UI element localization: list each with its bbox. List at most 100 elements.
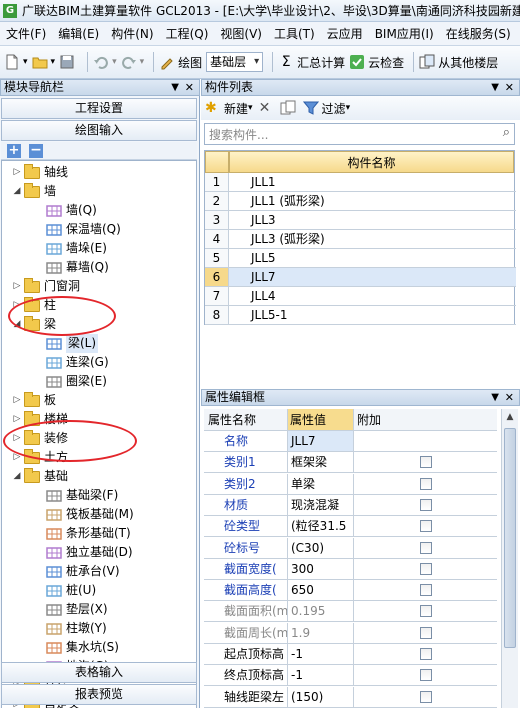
component-row[interactable]: 2 JLL1 (弧形梁)	[205, 192, 516, 211]
property-row[interactable]: 起点顶标高 -1	[204, 644, 497, 665]
tree-item[interactable]: 圈梁(E)	[46, 372, 107, 391]
add-checkbox[interactable]	[419, 456, 432, 469]
tree-item[interactable]: 集水坑(S)	[46, 638, 119, 657]
pin-icon[interactable]: ▼	[491, 390, 499, 405]
add-checkbox[interactable]	[419, 584, 432, 597]
property-row[interactable]: 类别1 框架梁	[204, 452, 497, 474]
tree-folder[interactable]: ◢ 基础	[12, 467, 68, 486]
expanded-arrow-icon[interactable]: ◢	[12, 467, 22, 486]
collapsed-arrow-icon[interactable]: ▷	[12, 391, 22, 410]
project-settings-button[interactable]: 工程设置	[1, 98, 197, 119]
report-preview-button[interactable]: 报表预览	[1, 684, 197, 705]
property-row[interactable]: 砼标号 (C30)	[204, 537, 497, 559]
save-button[interactable]	[59, 54, 78, 70]
property-row[interactable]: 类别2 单梁	[204, 473, 497, 495]
menu-item[interactable]: 在线服务(S)	[440, 22, 517, 45]
tree-folder[interactable]: ◢ 墙	[12, 182, 56, 201]
add-checkbox[interactable]	[419, 690, 432, 703]
add-checkbox[interactable]	[419, 626, 432, 639]
property-scrollbar[interactable]: ▲	[501, 409, 518, 708]
tree-item[interactable]: 柱墩(Y)	[46, 619, 107, 638]
property-row[interactable]: 截面面积(m 0.195	[204, 601, 497, 623]
menu-item[interactable]: BIM应用(I)	[369, 22, 440, 45]
add-checkbox[interactable]	[419, 498, 432, 511]
expanded-arrow-icon[interactable]: ◢	[12, 182, 22, 201]
property-value[interactable]: 框架梁	[288, 452, 354, 474]
open-file-button[interactable]: ▾	[32, 54, 55, 70]
new-component-button[interactable]: ✱ 新建 ▾	[205, 100, 253, 117]
expand-all-icon[interactable]: +	[7, 144, 21, 158]
tree-item[interactable]: 墙垛(E)	[46, 239, 107, 258]
tree-item[interactable]: 桩承台(V)	[46, 562, 120, 581]
component-search-input[interactable]: 搜索构件... ⌕	[204, 123, 515, 145]
property-value[interactable]: JLL7	[288, 431, 354, 452]
copy-component-button[interactable]	[280, 100, 299, 116]
tree-item[interactable]: 幕墙(Q)	[46, 258, 109, 277]
property-value[interactable]: 单梁	[288, 473, 354, 495]
menu-item[interactable]: 工具(T)	[268, 22, 321, 45]
property-value[interactable]: -1	[288, 665, 354, 687]
close-icon[interactable]: ✕	[505, 390, 514, 405]
scroll-thumb[interactable]	[504, 428, 516, 648]
component-row[interactable]: 4 JLL3 (弧形梁)	[205, 230, 516, 249]
copy-from-floor-button[interactable]: 从其他楼层	[419, 54, 498, 71]
property-row[interactable]: 截面周长(m 1.9	[204, 622, 497, 644]
component-row[interactable]: 7 JLL4	[205, 287, 516, 306]
component-row[interactable]: 8 JLL5-1	[205, 306, 516, 325]
menu-item[interactable]: 云应用	[321, 22, 369, 45]
component-row[interactable]: 1 JLL1	[205, 173, 516, 192]
property-value[interactable]: (150)	[288, 686, 354, 708]
draw-button[interactable]: 绘图	[159, 54, 202, 71]
tree-item[interactable]: 连梁(G)	[46, 353, 109, 372]
tree-item[interactable]: 独立基础(D)	[46, 543, 133, 562]
property-value[interactable]: (粒径31.5	[288, 516, 354, 538]
property-value[interactable]: 650	[288, 580, 354, 602]
property-row[interactable]: 轴线距梁左 (150)	[204, 686, 497, 708]
menu-item[interactable]: 构件(N)	[105, 22, 159, 45]
redo-button[interactable]: ▾	[121, 54, 144, 70]
add-checkbox[interactable]	[419, 520, 432, 533]
property-row[interactable]: 终点顶标高 -1	[204, 665, 497, 687]
menu-item[interactable]: 文件(F)	[0, 22, 52, 45]
property-value[interactable]: 现浇混凝	[288, 494, 354, 516]
cloud-check-button[interactable]: 云检查	[349, 54, 404, 71]
tree-folder[interactable]: ▷ 轴线	[12, 163, 68, 182]
summary-calc-button[interactable]: Σ 汇总计算	[278, 54, 345, 71]
property-value[interactable]: 1.9	[288, 622, 354, 644]
floor-select[interactable]: 基础层	[206, 52, 264, 72]
collapse-all-icon[interactable]: −	[29, 143, 43, 158]
tree-folder[interactable]: ▷ 板	[12, 391, 56, 410]
add-checkbox[interactable]	[419, 648, 432, 660]
add-checkbox[interactable]	[419, 562, 432, 575]
new-file-button[interactable]: ▾	[4, 54, 28, 70]
collapsed-arrow-icon[interactable]: ▷	[12, 163, 22, 182]
menu-item[interactable]: 视图(V)	[214, 22, 268, 45]
add-checkbox[interactable]	[419, 541, 432, 554]
tree-item[interactable]: 条形基础(T)	[46, 524, 131, 543]
property-value[interactable]: 300	[288, 558, 354, 580]
tree-item[interactable]: 桩(U)	[46, 581, 96, 600]
add-checkbox[interactable]	[419, 669, 432, 682]
filter-button[interactable]: 过滤 ▾	[302, 100, 350, 117]
property-value[interactable]: -1	[288, 644, 354, 665]
tree-item[interactable]: 保温墙(Q)	[46, 220, 121, 239]
tree-item[interactable]: 梁(L)	[46, 334, 99, 353]
tree-item[interactable]: 基础梁(F)	[46, 486, 118, 505]
drawing-input-button[interactable]: 绘图输入	[1, 120, 197, 141]
collapsed-arrow-icon[interactable]: ▷	[12, 277, 22, 296]
component-row[interactable]: 6 JLL7	[205, 268, 516, 287]
property-row[interactable]: 截面宽度(300	[204, 558, 497, 580]
scroll-up-icon[interactable]: ▲	[502, 409, 518, 426]
add-checkbox[interactable]	[419, 605, 432, 618]
search-icon[interactable]: ⌕	[503, 125, 510, 140]
property-row[interactable]: 砼类型 (粒径31.5	[204, 516, 497, 538]
close-icon[interactable]: ✕	[505, 80, 514, 95]
property-row[interactable]: 材质 现浇混凝	[204, 494, 497, 516]
pin-icon[interactable]: ▼	[491, 80, 499, 95]
tree-item[interactable]: 垫层(X)	[46, 600, 108, 619]
menu-item[interactable]: 工程(Q)	[160, 22, 215, 45]
pin-icon[interactable]: ▼	[171, 80, 179, 95]
table-input-button[interactable]: 表格输入	[1, 662, 197, 683]
component-row[interactable]: 5 JLL5	[205, 249, 516, 268]
tree-folder[interactable]: ▷ 门窗洞	[12, 277, 80, 296]
